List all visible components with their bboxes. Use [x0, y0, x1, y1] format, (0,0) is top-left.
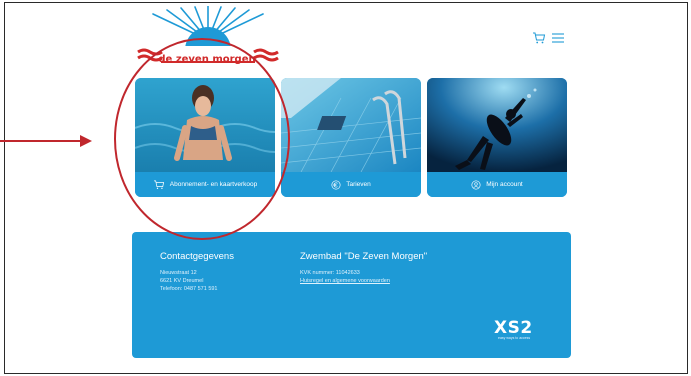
xs2-tagline: easy ways to access: [498, 336, 531, 340]
cart-icon[interactable]: [532, 31, 546, 45]
pool-ladder-photo: [281, 78, 421, 172]
address-line2: 6621 KV Dreumel: [160, 278, 204, 284]
hamburger-menu-icon[interactable]: [551, 31, 565, 45]
kvk-number: KVK nummer: 11042633: [300, 270, 360, 276]
xs2-logo[interactable]: XS2: [494, 318, 533, 338]
user-icon: [471, 180, 481, 189]
site-footer: Contactgegevens Nieuwstraat 12 6621 KV D…: [132, 232, 571, 358]
card-subscriptions[interactable]: Abonnement- en kaartverkoop: [135, 78, 275, 197]
card-account[interactable]: Mijn account: [427, 78, 567, 197]
logo-text: de zeven morgen: [158, 54, 256, 65]
card-label: Mijn account: [486, 181, 523, 188]
card-bar[interactable]: Tarieven: [281, 172, 421, 197]
terms-link[interactable]: Huisregel en algemene voorwaarden: [300, 277, 390, 285]
swimmer-photo: [135, 78, 275, 172]
header-actions: [532, 31, 565, 45]
card-bar[interactable]: Abonnement- en kaartverkoop: [135, 172, 275, 197]
euro-icon: [331, 180, 341, 189]
card-label: Tarieven: [346, 181, 371, 188]
card-label: Abonnement- en kaartverkoop: [169, 181, 258, 188]
venue-heading: Zwembad "De Zeven Morgen": [300, 251, 428, 262]
site-logo[interactable]: de zeven morgen: [133, 5, 283, 68]
contact-heading: Contactgegevens: [160, 251, 234, 262]
diver-photo: [427, 78, 567, 172]
card-bar[interactable]: Mijn account: [427, 172, 567, 197]
phone-number: Telefoon: 0487 571 591: [160, 286, 218, 292]
address-line1: Nieuwstraat 12: [160, 270, 197, 276]
card-rates[interactable]: Tarieven: [281, 78, 421, 197]
cart-icon: [153, 179, 164, 189]
